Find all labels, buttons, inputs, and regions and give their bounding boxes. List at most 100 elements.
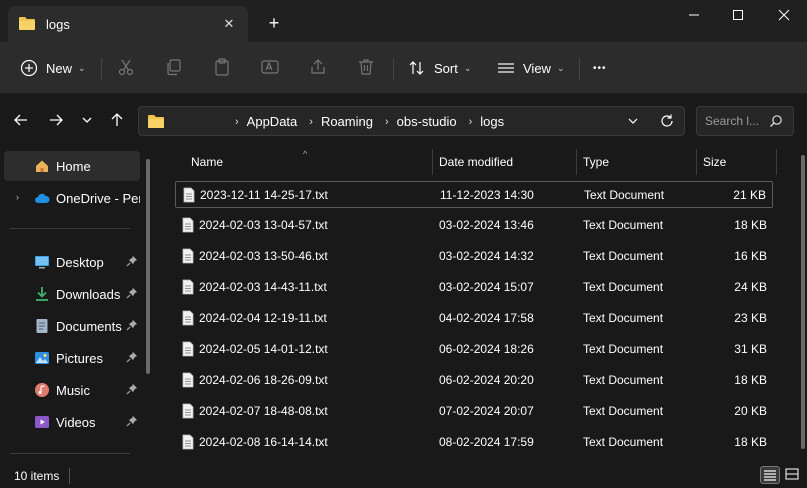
file-name: 2024-02-08 16-14-14.txt — [199, 435, 328, 449]
cut-button[interactable] — [116, 57, 138, 79]
pin-icon[interactable] — [126, 319, 138, 334]
pin-icon[interactable] — [126, 351, 138, 366]
close-window-button[interactable] — [764, 6, 804, 26]
new-tab-button[interactable]: + — [264, 13, 284, 33]
paste-button[interactable] — [212, 57, 234, 79]
folder-icon — [18, 15, 36, 34]
details-view-button[interactable] — [760, 466, 780, 484]
table-row[interactable]: 2024-02-06 18-26-09.txt 06-02-2024 20:20 T… — [175, 367, 773, 394]
sidebar-item-pictures[interactable]: Pictures — [4, 343, 140, 373]
sidebar-item-downloads[interactable]: Downloads — [4, 279, 140, 309]
column-header-date[interactable]: Date modified — [431, 149, 575, 175]
sidebar-item-desktop[interactable]: Desktop — [4, 247, 140, 277]
column-divider[interactable] — [776, 149, 777, 175]
pin-icon[interactable] — [126, 287, 138, 302]
file-list: ^ Name Date modified Type Size 2023-12-1… — [160, 149, 807, 462]
status-divider — [69, 468, 70, 484]
table-row[interactable]: 2024-02-03 13-04-57.txt 03-02-2024 13:46 T… — [175, 212, 773, 239]
table-row[interactable]: 2024-02-03 13-50-46.txt 03-02-2024 14:32 T… — [175, 243, 773, 270]
address-bar[interactable]: › AppData › Roaming › obs-studio › logs — [138, 106, 685, 136]
file-name: 2024-02-03 13-50-46.txt — [199, 249, 328, 263]
more-options-button[interactable]: ••• — [593, 56, 607, 80]
table-row[interactable]: 2024-02-05 14-01-12.txt 06-02-2024 18:26 T… — [175, 336, 773, 363]
file-name: 2024-02-03 13-04-57.txt — [199, 218, 328, 232]
file-size: 20 KB — [734, 404, 767, 418]
new-button[interactable]: New ⌄ — [20, 56, 86, 80]
pin-icon[interactable] — [126, 383, 138, 398]
sidebar-item-documents[interactable]: Documents — [4, 311, 140, 341]
search-input[interactable] — [705, 114, 765, 128]
refresh-icon[interactable] — [659, 113, 675, 132]
sidebar-item-music[interactable]: Music — [4, 375, 140, 405]
sidebar-divider — [10, 228, 130, 229]
sidebar-item-videos[interactable]: Videos — [4, 407, 140, 437]
column-header-type[interactable]: Type — [575, 149, 695, 175]
copy-button[interactable] — [164, 57, 186, 79]
share-button[interactable] — [308, 57, 330, 79]
breadcrumb-obs-studio[interactable]: obs-studio — [397, 114, 457, 129]
pin-icon[interactable] — [126, 415, 138, 430]
music-icon — [34, 382, 50, 398]
chevron-right-icon[interactable]: › — [385, 116, 389, 128]
sidebar-item-home[interactable]: Home — [4, 151, 140, 181]
forward-button[interactable] — [47, 111, 69, 133]
item-count: 10 items — [14, 469, 60, 483]
pin-icon[interactable] — [126, 255, 138, 270]
file-size: 31 KB — [734, 342, 767, 356]
sidebar-item-label: Music — [56, 383, 90, 398]
arrow-left-icon — [14, 114, 27, 126]
sidebar-item-onedrive[interactable]: › OneDrive - Perso — [4, 183, 140, 213]
tab-logs[interactable]: logs ✕ — [8, 6, 248, 42]
file-name: 2024-02-05 14-01-12.txt — [199, 342, 328, 356]
scissors-icon — [118, 59, 134, 76]
minimize-button[interactable] — [674, 6, 714, 26]
column-header-name[interactable]: Name — [183, 149, 433, 175]
back-button[interactable] — [12, 111, 34, 133]
rename-button[interactable] — [260, 57, 282, 79]
trash-icon — [359, 59, 373, 75]
sort-button[interactable]: Sort ⌄ — [408, 56, 471, 80]
chevron-right-icon[interactable]: › — [309, 116, 313, 128]
search-box[interactable] — [696, 106, 794, 136]
chevron-right-icon[interactable]: › — [235, 116, 239, 128]
file-list-scrollbar[interactable] — [801, 155, 805, 449]
text-file-icon — [181, 310, 195, 329]
up-button[interactable] — [108, 111, 130, 133]
delete-button[interactable] — [356, 57, 378, 79]
home-icon — [34, 158, 50, 174]
file-size: 16 KB — [734, 249, 767, 263]
document-icon — [34, 318, 50, 334]
table-row[interactable]: 2023-12-11 14-25-17.txt 11-12-2023 14:30 T… — [175, 181, 773, 208]
breadcrumb-appdata[interactable]: AppData — [247, 114, 298, 129]
file-date-modified: 08-02-2024 17:59 — [439, 435, 534, 449]
close-tab-icon[interactable]: ✕ — [220, 15, 238, 33]
text-file-icon — [181, 248, 195, 267]
search-icon[interactable] — [769, 114, 783, 131]
file-date-modified: 06-02-2024 18:26 — [439, 342, 534, 356]
file-date-modified: 04-02-2024 17:58 — [439, 311, 534, 325]
recent-locations-button[interactable] — [80, 111, 102, 133]
file-type: Text Document — [583, 435, 664, 449]
breadcrumb-logs[interactable]: logs — [480, 114, 504, 129]
tiles-view-button[interactable] — [783, 466, 803, 484]
sidebar-item-label: OneDrive - Perso — [56, 191, 140, 206]
column-header-size[interactable]: Size — [695, 149, 775, 175]
sidebar-item-label: Videos — [56, 415, 96, 430]
table-row[interactable]: 2024-02-04 12-19-11.txt 04-02-2024 17:58 T… — [175, 305, 773, 332]
maximize-button[interactable] — [718, 6, 758, 26]
table-row[interactable]: 2024-02-03 14-43-11.txt 03-02-2024 15:07 T… — [175, 274, 773, 301]
breadcrumb-roaming[interactable]: Roaming — [321, 114, 373, 129]
sidebar-item-label: Downloads — [56, 287, 121, 302]
table-row[interactable]: 2024-02-08 16-14-14.txt 08-02-2024 17:59 T… — [175, 429, 773, 456]
view-button[interactable]: View ⌄ — [497, 56, 565, 80]
file-date-modified: 03-02-2024 15:07 — [439, 280, 534, 294]
chevron-down-icon: ⌄ — [463, 62, 472, 73]
chevron-right-icon[interactable]: › — [469, 116, 473, 128]
table-row[interactable]: 2024-02-07 18-48-08.txt 07-02-2024 20:07 T… — [175, 398, 773, 425]
sidebar-item-label: Pictures — [56, 351, 103, 366]
sidebar-scrollbar[interactable] — [146, 159, 150, 374]
address-dropdown-icon[interactable] — [627, 115, 639, 130]
file-date-modified: 11-12-2023 14:30 — [440, 188, 534, 202]
minimize-icon — [689, 14, 699, 16]
chevron-right-icon[interactable]: › — [16, 192, 19, 202]
